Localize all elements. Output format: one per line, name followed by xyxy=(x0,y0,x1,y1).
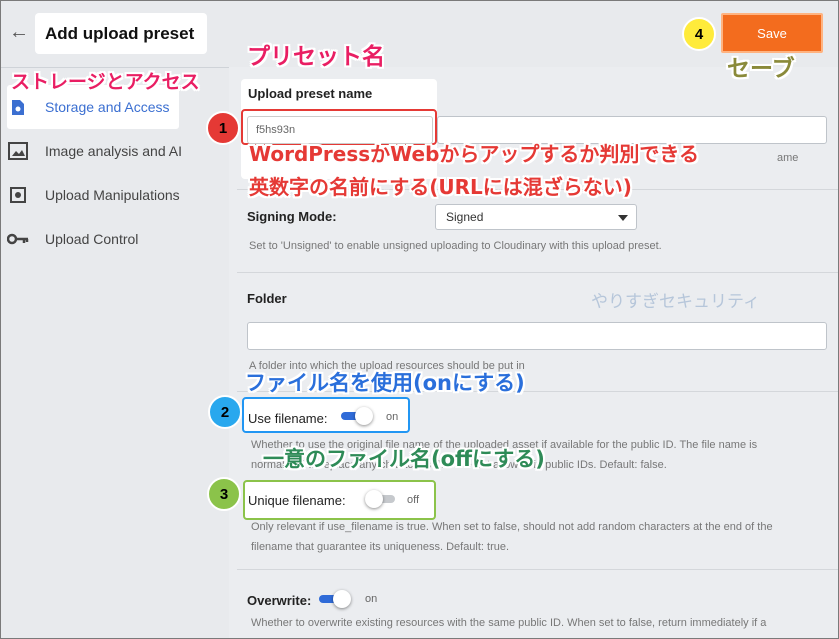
annotation-storage-access: ストレージとアクセス xyxy=(11,71,200,93)
sidebar-item-image-analysis[interactable]: Image analysis and AI xyxy=(7,132,182,170)
save-button[interactable]: Save xyxy=(721,13,823,53)
use-filename-state: on xyxy=(386,411,399,423)
toggle-knob xyxy=(333,590,351,608)
annotation-use-filename: ファイル名を使用(onにする) xyxy=(245,371,525,395)
annotation-unique-filename: 一意のファイル名(offにする) xyxy=(263,447,545,471)
image-icon xyxy=(7,142,29,160)
use-filename-label: Use filename: xyxy=(248,411,328,426)
key-icon xyxy=(7,230,29,248)
watermark: やりすぎセキュリティ xyxy=(591,292,760,311)
arrow-left-icon[interactable]: ← xyxy=(9,21,29,44)
signing-mode-label: Signing Mode: xyxy=(247,209,337,224)
folder-label: Folder xyxy=(247,291,287,306)
unique-filename-label: Unique filename: xyxy=(248,493,346,508)
crop-icon xyxy=(7,186,29,204)
unique-filename-help-2: filename that guarantee its uniqueness. … xyxy=(251,541,510,553)
unique-filename-toggle[interactable] xyxy=(365,490,399,508)
sidebar-item-upload-control[interactable]: Upload Control xyxy=(7,220,138,258)
overwrite-help: Whether to overwrite existing resources … xyxy=(251,617,767,629)
annotation-name-rule-1: WordPressかWebからアップするか判別できる xyxy=(249,142,699,166)
chevron-down-icon xyxy=(618,215,628,221)
use-filename-toggle[interactable] xyxy=(341,407,375,425)
sidebar-item-label: Upload Control xyxy=(45,231,139,247)
storage-icon xyxy=(7,98,29,116)
signing-mode-select[interactable]: Signed xyxy=(435,204,637,230)
annotation-preset-name: プリセット名 xyxy=(247,44,385,70)
step-marker-2: 2 xyxy=(208,395,242,429)
signing-mode-value: Signed xyxy=(446,210,484,224)
page-title: Add upload preset xyxy=(35,13,207,54)
sidebar-item-upload-manipulations[interactable]: Upload Manipulations xyxy=(7,176,180,214)
signing-mode-help: Set to 'Unsigned' to enable unsigned upl… xyxy=(249,240,662,252)
preset-name-help-tail: ame xyxy=(777,152,799,164)
annotation-name-rule-2: 英数字の名前にする(URLには混ざらない) xyxy=(249,175,632,199)
unique-filename-state: off xyxy=(407,494,420,506)
toggle-knob xyxy=(355,407,373,425)
annotation-save: セーブ xyxy=(727,56,795,82)
overwrite-label: Overwrite: xyxy=(247,593,312,608)
sidebar-item-label: Image analysis and AI xyxy=(45,143,182,159)
toggle-knob xyxy=(365,490,383,508)
folder-input[interactable] xyxy=(247,322,827,350)
sidebar-item-label: Upload Manipulations xyxy=(45,187,180,203)
app-window: ← Add upload preset Storage and Access I… xyxy=(0,0,839,639)
sidebar-item-label: Storage and Access xyxy=(45,99,170,115)
step-marker-3: 3 xyxy=(207,477,241,511)
step-marker-4: 4 xyxy=(682,17,716,51)
overwrite-toggle[interactable] xyxy=(319,590,353,608)
preset-name-label: Upload preset name xyxy=(248,86,373,101)
step-marker-1: 1 xyxy=(206,111,240,145)
divider xyxy=(237,272,838,273)
overwrite-state: on xyxy=(365,593,378,605)
sidebar: ← Add upload preset Storage and Access I… xyxy=(1,1,229,638)
unique-filename-help-1: Only relevant if use_filename is true. W… xyxy=(251,521,773,533)
divider xyxy=(237,569,838,570)
